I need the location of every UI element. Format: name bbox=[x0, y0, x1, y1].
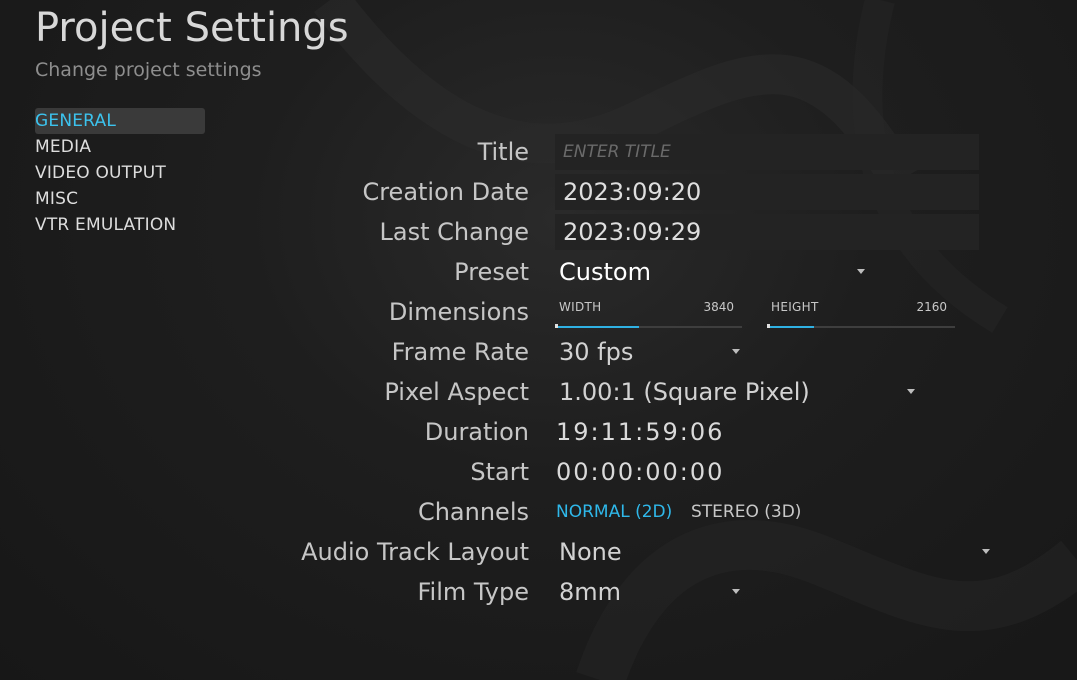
page-subtitle: Change project settings bbox=[35, 59, 262, 81]
caret-down-icon[interactable] bbox=[732, 589, 740, 594]
width-slider[interactable]: WIDTH 3840 bbox=[555, 294, 742, 328]
film-type-label: Film Type bbox=[417, 578, 529, 606]
caret-down-icon[interactable] bbox=[907, 389, 915, 394]
width-fill bbox=[555, 326, 639, 328]
channels-normal-2d-option[interactable]: NORMAL (2D) bbox=[556, 492, 672, 532]
audio-layout-label: Audio Track Layout bbox=[301, 538, 529, 566]
pixel-aspect-label: Pixel Aspect bbox=[384, 378, 529, 406]
audio-layout-row: Audio Track Layout None bbox=[0, 532, 1077, 572]
frame-rate-row: Frame Rate 30 fps bbox=[0, 332, 1077, 372]
title-label: Title bbox=[477, 138, 529, 166]
channels-label: Channels bbox=[417, 498, 529, 526]
title-row: Title ENTER TITLE bbox=[0, 132, 1077, 172]
height-fill bbox=[767, 326, 814, 328]
caret-down-icon[interactable] bbox=[982, 549, 990, 554]
channels-stereo-3d-option[interactable]: STEREO (3D) bbox=[691, 492, 801, 532]
start-label: Start bbox=[470, 458, 529, 486]
pixel-aspect-row: Pixel Aspect 1.00:1 (Square Pixel) bbox=[0, 372, 1077, 412]
preset-dropdown[interactable]: Custom bbox=[559, 252, 651, 292]
title-input[interactable]: ENTER TITLE bbox=[555, 134, 979, 170]
page-header: Project Settings Change project settings bbox=[35, 4, 349, 81]
last-change-field: 2023:09:29 bbox=[555, 214, 979, 250]
nav-item-general[interactable]: GENERAL bbox=[35, 108, 205, 134]
height-label: HEIGHT bbox=[771, 300, 819, 314]
width-handle[interactable] bbox=[555, 324, 558, 328]
duration-label: Duration bbox=[424, 418, 529, 446]
last-change-row: Last Change 2023:09:29 bbox=[0, 212, 1077, 252]
last-change-label: Last Change bbox=[379, 218, 529, 246]
frame-rate-label: Frame Rate bbox=[391, 338, 529, 366]
channels-row: Channels NORMAL (2D) STEREO (3D) bbox=[0, 492, 1077, 532]
creation-date-label: Creation Date bbox=[362, 178, 529, 206]
duration-row: Duration 19:11:59:06 bbox=[0, 412, 1077, 452]
width-value: 3840 bbox=[703, 300, 734, 314]
pixel-aspect-dropdown[interactable]: 1.00:1 (Square Pixel) bbox=[559, 372, 810, 412]
creation-date-row: Creation Date 2023:09:20 bbox=[0, 172, 1077, 212]
audio-layout-dropdown[interactable]: None bbox=[559, 532, 622, 572]
caret-down-icon[interactable] bbox=[732, 349, 740, 354]
width-label: WIDTH bbox=[559, 300, 602, 314]
dimensions-label: Dimensions bbox=[388, 298, 529, 326]
page-title: Project Settings bbox=[35, 5, 349, 51]
start-timecode[interactable]: 00:00:00:00 bbox=[556, 452, 724, 492]
preset-row: Preset Custom bbox=[0, 252, 1077, 292]
creation-date-field: 2023:09:20 bbox=[555, 174, 979, 210]
start-row: Start 00:00:00:00 bbox=[0, 452, 1077, 492]
dimensions-row: Dimensions WIDTH 3840 HEIGHT 2160 bbox=[0, 292, 1077, 332]
height-handle[interactable] bbox=[767, 324, 770, 328]
preset-label: Preset bbox=[454, 258, 529, 286]
film-type-dropdown[interactable]: 8mm bbox=[559, 572, 621, 612]
caret-down-icon[interactable] bbox=[857, 269, 865, 274]
duration-timecode[interactable]: 19:11:59:06 bbox=[556, 412, 724, 452]
height-value: 2160 bbox=[916, 300, 947, 314]
height-slider[interactable]: HEIGHT 2160 bbox=[767, 294, 955, 328]
frame-rate-dropdown[interactable]: 30 fps bbox=[559, 332, 633, 372]
film-type-row: Film Type 8mm bbox=[0, 572, 1077, 612]
